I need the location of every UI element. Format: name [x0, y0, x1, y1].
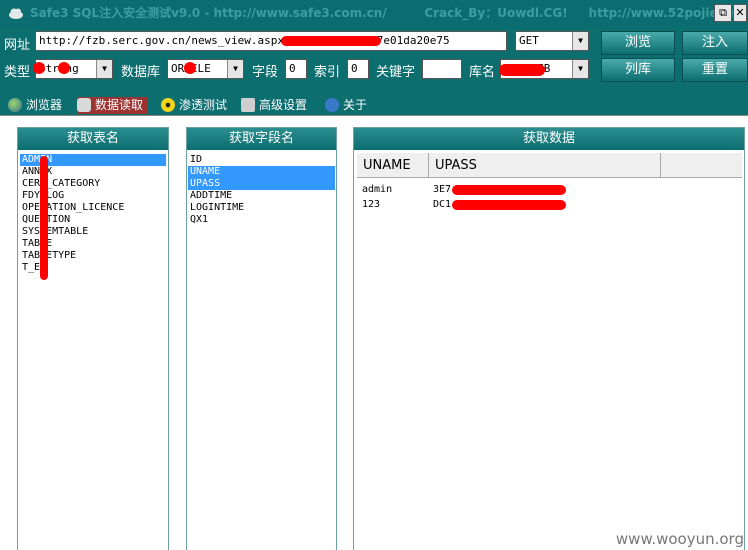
reset-button[interactable]: 重置 — [682, 58, 748, 82]
index-label: 索引 — [314, 65, 341, 80]
dbname-label: 库名 — [469, 65, 496, 80]
list-item[interactable]: LOGINTIME — [188, 202, 335, 214]
database-icon — [77, 98, 91, 112]
window-title: Safe3 SQL注入安全测试v9.0 - http://www.safe3.c… — [30, 6, 738, 20]
cloud-icon — [9, 8, 23, 19]
tab-about[interactable]: 关于 — [325, 97, 367, 114]
tab-label: 高级设置 — [259, 98, 308, 112]
type-label: 类型 — [4, 65, 31, 80]
tab-data-read[interactable]: 数据读取 — [77, 97, 148, 114]
table-cell[interactable]: 123 — [362, 198, 380, 212]
tab-label: 浏览器 — [26, 98, 63, 112]
field-label: 字段 — [252, 65, 279, 80]
browse-button[interactable]: 浏览 — [601, 31, 675, 55]
keyword-label: 关键字 — [376, 65, 416, 80]
list-item[interactable]: ADDTIME — [188, 190, 335, 202]
db-select[interactable]: ORACLE ▼ — [167, 59, 244, 79]
keyword-input[interactable] — [422, 59, 462, 79]
tab-label: 渗透测试 — [179, 98, 228, 112]
chevron-down-icon[interactable]: ▼ — [572, 32, 588, 50]
data-panel: 获取数据 UNAME UPASS admin 3E7 CEBF24E620 12… — [353, 127, 745, 550]
list-db-button[interactable]: 列库 — [601, 58, 675, 82]
tables-panel: 获取表名 ADMIN ANNEX CERT_CATEGORY FDYJLOG O… — [17, 127, 169, 550]
list-item[interactable]: QX1 — [188, 214, 335, 226]
redaction-mark — [184, 62, 196, 74]
watermark: www.wooyun.org — [615, 530, 744, 548]
column-header-upass[interactable]: UPASS — [429, 153, 661, 178]
redaction-mark — [58, 62, 70, 74]
data-grid-header: UNAME UPASS — [357, 153, 742, 178]
tab-advanced[interactable]: 高级设置 — [241, 97, 307, 114]
redaction-mark — [40, 156, 48, 280]
chevron-down-icon[interactable]: ▼ — [227, 60, 243, 78]
url-input[interactable]: http://fzb.serc.gov.cn/news_view.aspx?id… — [35, 31, 507, 51]
radiation-icon — [161, 98, 175, 112]
field-input[interactable]: 0 — [285, 59, 307, 79]
close-button[interactable]: ✕ — [733, 4, 747, 22]
list-item[interactable]: UPASS — [188, 178, 335, 190]
index-input[interactable]: 0 — [347, 59, 369, 79]
restore-button[interactable]: ⧉ — [714, 4, 732, 22]
tab-label: 关于 — [343, 98, 368, 112]
redaction-mark — [33, 62, 45, 74]
chevron-down-icon[interactable]: ▼ — [572, 60, 588, 78]
fields-panel: 获取字段名 ID UNAME UPASS ADDTIME LOGINTIME Q… — [186, 127, 337, 550]
tab-label: 数据读取 — [95, 98, 144, 112]
tab-browser[interactable]: 浏览器 — [8, 97, 62, 114]
data-read-pane: 获取表名 ADMIN ANNEX CERT_CATEGORY FDYJLOG O… — [0, 115, 748, 550]
chevron-down-icon[interactable]: ▼ — [96, 60, 112, 78]
url-label: 网址 — [4, 38, 31, 53]
tab-pentest[interactable]: 渗透测试 — [161, 97, 227, 114]
fields-list[interactable]: ID UNAME UPASS ADDTIME LOGINTIME QX1 — [188, 154, 335, 226]
list-item[interactable]: UNAME — [188, 166, 335, 178]
redaction-mark — [499, 64, 545, 76]
inject-button[interactable]: 注入 — [682, 31, 748, 55]
tab-bar: 浏览器 数据读取 渗透测试 高级设置 关于 — [0, 95, 748, 115]
db-label: 数据库 — [121, 65, 161, 80]
globe-icon — [8, 98, 22, 112]
column-header-uname[interactable]: UNAME — [357, 153, 429, 178]
table-cell[interactable]: admin — [362, 183, 392, 197]
type-select[interactable]: String ▼ — [35, 59, 113, 79]
redaction-mark — [452, 185, 566, 195]
fields-panel-header: 获取字段名 — [187, 128, 336, 150]
info-icon — [325, 98, 339, 112]
redaction-mark — [452, 200, 566, 210]
redaction-mark — [281, 36, 381, 46]
method-select[interactable]: GET ▼ — [515, 31, 589, 51]
list-item[interactable]: ID — [188, 154, 335, 166]
method-value: GET — [519, 34, 539, 47]
tools-icon — [241, 98, 255, 112]
tables-panel-header: 获取表名 — [18, 128, 168, 150]
data-panel-header: 获取数据 — [354, 128, 744, 150]
title-bar: Safe3 SQL注入安全测试v9.0 - http://www.safe3.c… — [0, 0, 748, 28]
